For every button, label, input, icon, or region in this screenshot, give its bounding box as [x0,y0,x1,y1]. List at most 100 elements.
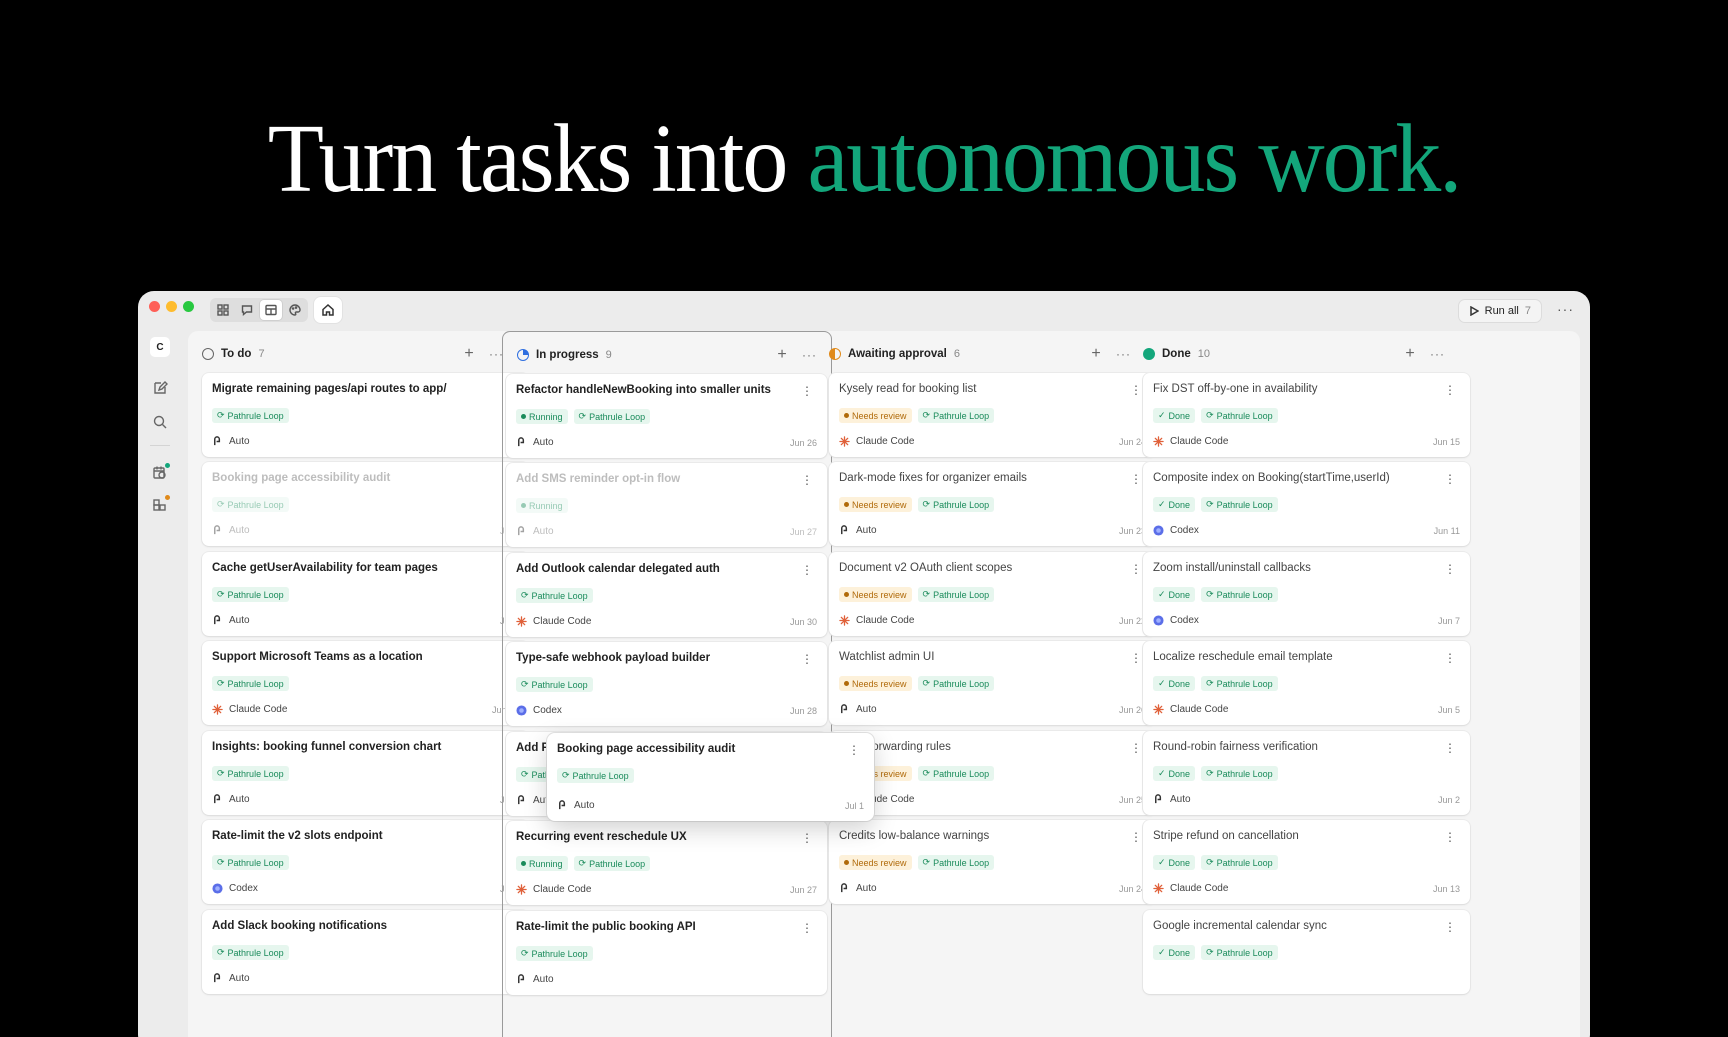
tag-chip: ⟳Pathrule Loop [1201,676,1278,691]
tag-chip: ⟳Pathrule Loop [1201,945,1278,960]
card-menu-icon[interactable]: ⋮ [1444,741,1456,755]
task-card[interactable]: Dark-mode fixes for organizer emails ⋮ Nee… [829,462,1156,546]
card-menu-icon[interactable]: ⋮ [1444,562,1456,576]
tag-chip: ⟳Pathrule Loop [516,588,593,603]
loop-icon: ⟳ [217,410,225,420]
grid-view-button[interactable] [212,300,234,320]
task-card[interactable]: Add Slack booking notifications⋮⟳Pathrul… [202,910,529,994]
close-window-button[interactable] [149,301,160,312]
card-agent: Codex [1153,615,1199,626]
card-agent: Claude Code [516,884,591,895]
card-title: Watchlist admin UI [839,651,935,663]
tag-chip: ⟳Pathrule Loop [212,766,289,781]
card-menu-icon[interactable]: ⋮ [801,921,813,935]
tag-chip: ⟳Pathrule Loop [516,677,593,692]
task-card[interactable]: Kysely read for booking list ⋮ Needs revie… [829,373,1156,457]
loop-icon: ⟳ [1206,947,1214,957]
auto-agent-icon [212,525,223,536]
check-icon: ✓ [1158,947,1166,957]
column-header: Awaiting approval 6 + ··· [829,344,1131,364]
task-card[interactable]: Insights: booking funnel conversion char… [202,731,529,815]
card-date: Jun 27 [789,885,817,895]
card-menu-icon[interactable]: ⋮ [801,473,813,487]
loop-icon: ⟳ [521,769,529,779]
compose-button[interactable] [152,380,168,396]
card-date: Jun 13 [1432,884,1460,894]
more-menu-button[interactable]: ··· [1557,301,1574,317]
search-button[interactable] [152,414,168,430]
card-tags: Running ⟳ Pathrule Loop [516,856,651,871]
grid-icon [217,304,229,316]
task-card[interactable]: Round-robin fairness verification ⋮ ✓ Done ⟳… [1143,731,1470,815]
run-all-label: Run all [1484,305,1519,317]
add-card-button[interactable]: + [1086,345,1106,363]
task-card[interactable]: Add SMS reminder opt-in flow ⋮ Running Auto… [506,463,827,547]
task-card[interactable]: Document v2 OAuth client scopes ⋮ Needs re… [829,552,1156,636]
task-card[interactable]: Rate-limit the public booking API ⋮ ⟳ Pathr… [506,911,827,995]
task-card[interactable]: Add Outlook calendar delegated auth ⋮ ⟳ Pat… [506,553,827,637]
loop-icon: ⟳ [1206,678,1214,688]
add-card-button[interactable]: + [459,345,479,363]
card-menu-icon[interactable]: ⋮ [1444,383,1456,397]
task-card[interactable]: Type-safe webhook payload builder ⋮ ⟳ Pathr… [506,642,827,726]
task-card[interactable]: Watchlist admin UI ⋮ Needs review ⟳ Pathrule… [829,641,1156,725]
card-menu-icon[interactable]: ⋮ [848,743,860,757]
card-menu-icon[interactable]: ⋮ [1444,651,1456,665]
tag-chip: ⟳Pathrule Loop [1201,587,1278,602]
task-card[interactable]: Booking page accessibility audit⋮⟳Pathru… [202,462,529,546]
task-card[interactable]: Support Microsoft Teams as a location⋮⟳P… [202,641,529,725]
card-date: Jun 5 [1437,705,1460,715]
zoom-window-button[interactable] [183,301,194,312]
card-title: Add SMS reminder opt-in flow [516,473,681,485]
task-card[interactable]: Fix DST off-by-one in availability ⋮ ✓ Done… [1143,373,1470,457]
apps-button[interactable] [152,495,170,513]
claude-code-agent-icon [1153,704,1164,715]
task-card[interactable]: Refactor handleNewBooking into smaller u… [506,374,827,458]
column-menu-button[interactable]: ··· [1430,347,1445,361]
card-title: Google incremental calendar sync [1153,920,1327,932]
sidebar-divider [150,445,170,446]
minimize-window-button[interactable] [166,301,177,312]
card-title: Round-robin fairness verification [1153,741,1318,753]
card-title: OOO forwarding rules [839,741,951,753]
task-card[interactable]: Cache getUserAvailability for team pages… [202,552,529,636]
card-tags: Needs review ⟳ Pathrule Loop [839,497,995,512]
task-card[interactable]: Composite index on Booking(startTime,use… [1143,462,1470,546]
card-menu-icon[interactable]: ⋮ [801,652,813,666]
run-all-button[interactable]: Run all 7 [1457,299,1542,323]
task-card[interactable]: OOO forwarding rules ⋮ Needs review ⟳ Pathru… [829,731,1156,815]
column-title: To do [221,348,252,360]
task-card[interactable]: Credits low-balance warnings ⋮ Needs revie… [829,820,1156,904]
task-card[interactable]: Migrate remaining pages/api routes to ap… [202,373,529,457]
schedule-button[interactable] [152,463,170,481]
chat-view-button[interactable] [236,300,258,320]
card-date: Jun 7 [1437,616,1460,626]
card-menu-icon[interactable]: ⋮ [801,563,813,577]
add-card-button[interactable]: + [772,346,792,364]
task-card[interactable]: Google incremental calendar sync ⋮ ✓ Done ⟳ P… [1143,910,1470,994]
card-agent: Auto [839,883,877,894]
theme-view-button[interactable] [284,300,306,320]
card-menu-icon[interactable]: ⋮ [1444,472,1456,486]
review-dot [844,860,849,865]
task-card[interactable]: Localize reschedule email template ⋮ ✓ Done… [1143,641,1470,725]
card-date: Jun 27 [789,527,817,537]
dragged-card[interactable]: Booking page accessibility audit ⋮ ⟳ Path… [547,733,874,821]
card-agent: Codex [516,705,562,716]
home-button[interactable] [314,297,342,323]
kanban-board: To do 7 + ··· Migrate remaining pages/api ro… [188,331,1580,1037]
board-view-button[interactable] [260,300,282,320]
card-menu-icon[interactable]: ⋮ [1444,920,1456,934]
tag-chip: ⟳Pathrule Loop [917,855,995,870]
task-card[interactable]: Recurring event reschedule UX ⋮ Running ⟳ Pa… [506,821,827,905]
task-card[interactable]: Zoom install/uninstall callbacks ⋮ ✓ Done ⟳ P… [1143,552,1470,636]
card-menu-icon[interactable]: ⋮ [801,384,813,398]
card-menu-icon[interactable]: ⋮ [801,831,813,845]
task-card[interactable]: Rate-limit the v2 slots endpoint⋮⟳Pathru… [202,820,529,904]
card-menu-icon[interactable]: ⋮ [1444,830,1456,844]
task-card[interactable]: Stripe refund on cancellation ⋮ ✓ Done ⟳ Path… [1143,820,1470,904]
workspace-avatar[interactable]: C [150,337,170,357]
add-card-button[interactable]: + [1400,345,1420,363]
card-agent: Claude Code [839,615,914,626]
status-icon [1143,348,1155,360]
